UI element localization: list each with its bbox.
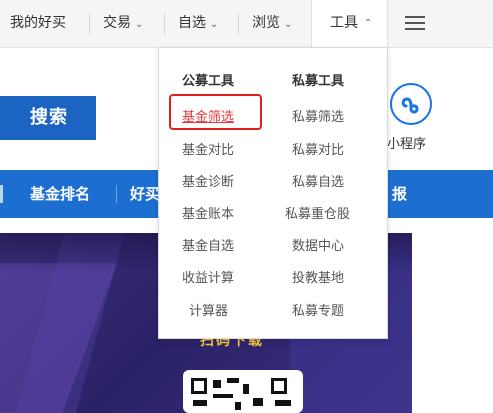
- nav-watchlist[interactable]: 自选 ⌄: [178, 0, 218, 47]
- menu-item-fund-ledger[interactable]: 基金账本: [182, 203, 234, 222]
- subnav-item-haomai[interactable]: 好买: [130, 170, 160, 218]
- nav-trade[interactable]: 交易 ⌄: [103, 0, 143, 47]
- menu-item-private-screener[interactable]: 私募筛选: [292, 106, 344, 125]
- menu-item-fund-screener[interactable]: 基金筛选: [182, 106, 234, 125]
- chevron-down-icon: ⌄: [210, 19, 219, 30]
- menu-item-return-calc[interactable]: 收益计算: [182, 267, 234, 286]
- nav-browse-label: 浏览: [252, 15, 280, 31]
- chevron-down-icon: ⌄: [135, 19, 144, 30]
- tools-dropdown-menu: 公募工具 私募工具 基金筛选 基金对比 基金诊断 基金账本 基金自选 收益计算 …: [158, 47, 388, 339]
- nav-browse[interactable]: 浏览 ⌄: [252, 0, 292, 47]
- mini-program-icon[interactable]: [390, 83, 432, 125]
- nav-divider: [238, 14, 239, 34]
- nav-my-favorites-label: 我的好买: [10, 15, 66, 31]
- nav-tools-label: 工具: [330, 15, 358, 31]
- subnav-divider: [0, 185, 3, 203]
- menu-item-private-watchlist[interactable]: 私募自选: [292, 171, 344, 190]
- nav-my-favorites[interactable]: 我的好买: [10, 0, 66, 47]
- subnav-item-fund-ranking[interactable]: 基金排名: [30, 170, 90, 218]
- public-tools-title: 公募工具: [182, 74, 235, 89]
- top-nav: 我的好买 交易 ⌄ 自选 ⌄ 浏览 ⌄ 工具 ⌃: [0, 0, 493, 48]
- menu-list-icon[interactable]: [405, 15, 425, 31]
- menu-item-calculator[interactable]: 计算器: [189, 300, 228, 319]
- menu-item-private-topics[interactable]: 私募专题: [292, 300, 344, 319]
- menu-item-data-center[interactable]: 数据中心: [292, 235, 344, 254]
- nav-divider: [164, 14, 165, 34]
- nav-tools[interactable]: 工具 ⌃: [311, 0, 388, 48]
- menu-item-investor-education[interactable]: 投教基地: [292, 267, 344, 286]
- menu-item-fund-compare[interactable]: 基金对比: [182, 139, 234, 158]
- qr-code: [183, 370, 303, 413]
- chevron-down-icon: ⌄: [284, 19, 293, 30]
- mini-program-label[interactable]: 小程序: [387, 133, 426, 152]
- nav-watchlist-label: 自选: [178, 15, 206, 31]
- subnav-item-report[interactable]: 报: [392, 170, 407, 218]
- subnav-divider: [116, 185, 117, 203]
- menu-item-fund-watchlist[interactable]: 基金自选: [182, 235, 234, 254]
- menu-item-fund-diagnosis[interactable]: 基金诊断: [182, 171, 234, 190]
- private-tools-title: 私募工具: [292, 74, 345, 89]
- menu-item-private-compare[interactable]: 私募对比: [292, 139, 344, 158]
- menu-item-private-heavy-holdings[interactable]: 私募重仓股: [285, 203, 350, 222]
- nav-divider: [89, 14, 90, 34]
- search-button[interactable]: 搜索: [0, 96, 96, 140]
- chevron-up-icon: ⌃: [364, 18, 373, 29]
- nav-trade-label: 交易: [103, 15, 131, 31]
